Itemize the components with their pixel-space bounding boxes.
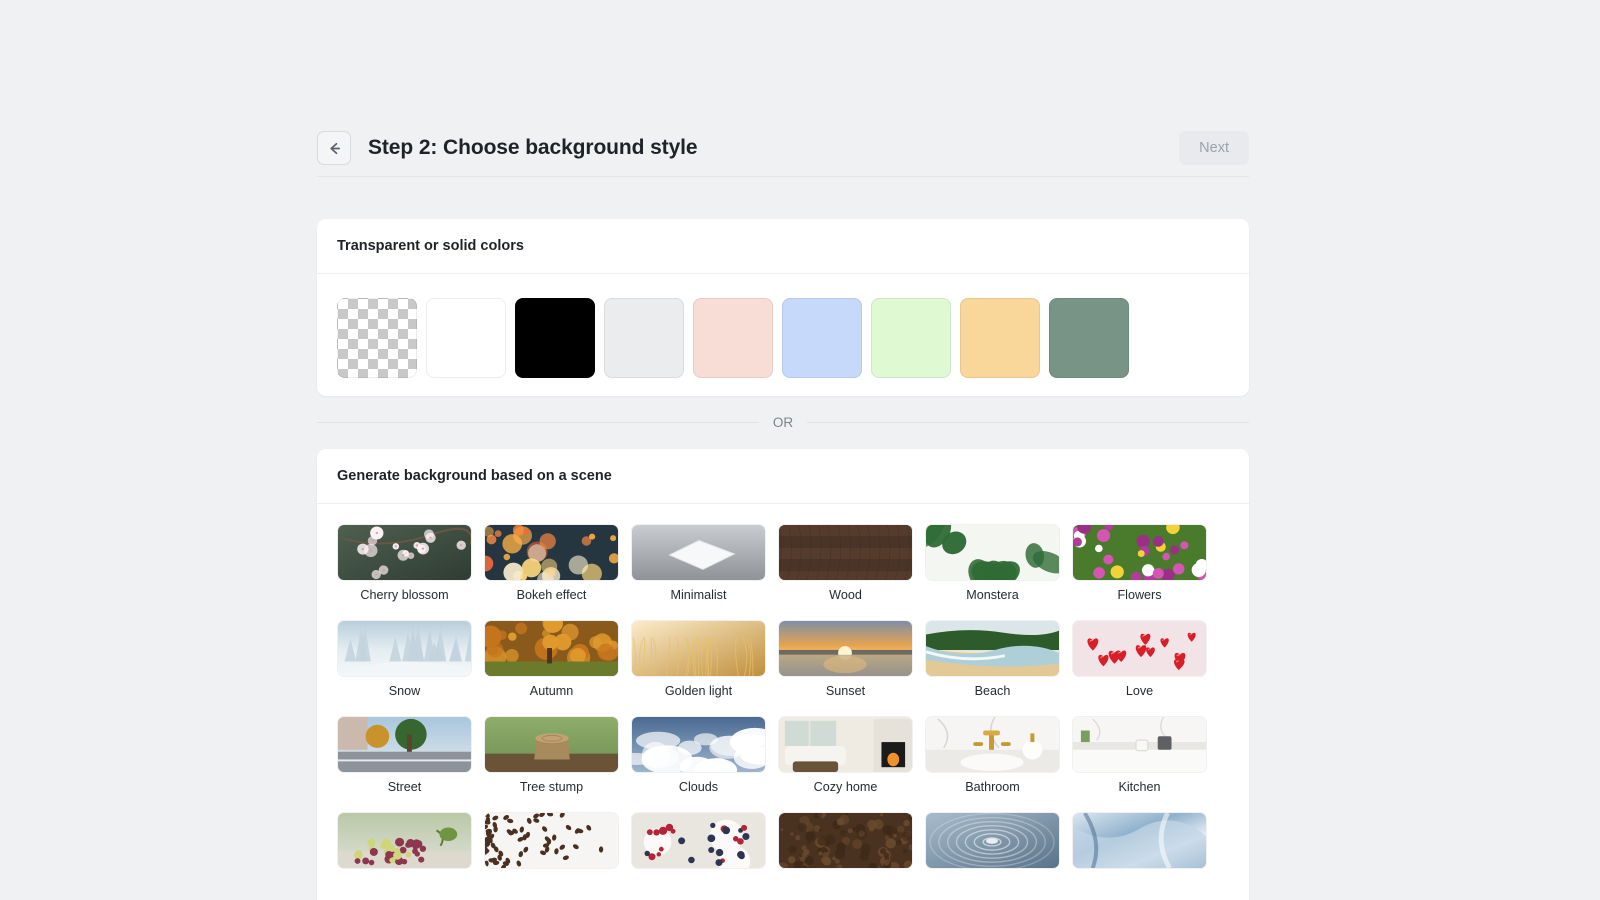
- scene-item-grapes[interactable]: [337, 812, 472, 876]
- scene-item-cozy-home[interactable]: Cozy home: [778, 716, 913, 794]
- scene-thumbnail-water: [925, 812, 1060, 869]
- background-style-step: Step 2: Choose background style Next Tra…: [0, 0, 1600, 900]
- scene-item-autumn[interactable]: Autumn: [484, 620, 619, 698]
- back-button[interactable]: [317, 131, 351, 165]
- scene-thumbnail-street: [337, 716, 472, 773]
- scene-thumbnail-minimalist: [631, 524, 766, 581]
- scene-thumbnail-silk: [1072, 812, 1207, 869]
- scene-item-snow[interactable]: Snow: [337, 620, 472, 698]
- color-swatch-light-gray[interactable]: [604, 298, 684, 378]
- color-swatch-orange[interactable]: [960, 298, 1040, 378]
- scene-label: Monstera: [966, 588, 1019, 602]
- scene-backgrounds-title: Generate background based on a scene: [317, 449, 1249, 504]
- color-swatch-list: [317, 274, 1249, 402]
- scene-thumbnail-bokeh: [484, 524, 619, 581]
- scene-item-street[interactable]: Street: [337, 716, 472, 794]
- color-swatch-green[interactable]: [871, 298, 951, 378]
- color-swatch-white[interactable]: [426, 298, 506, 378]
- scene-label: Beach: [974, 684, 1011, 698]
- scene-thumbnail-clouds: [631, 716, 766, 773]
- scene-item-tree-stump[interactable]: Tree stump: [484, 716, 619, 794]
- scene-item-love[interactable]: Love: [1072, 620, 1207, 698]
- scene-item-kitchen[interactable]: Kitchen: [1072, 716, 1207, 794]
- scene-item-monstera[interactable]: Monstera: [925, 524, 1060, 602]
- scene-thumbnail-love: [1072, 620, 1207, 677]
- scene-item-water[interactable]: [925, 812, 1060, 876]
- scene-item-silk[interactable]: [1072, 812, 1207, 876]
- color-swatch-blue[interactable]: [782, 298, 862, 378]
- scene-thumbnail-tree-stump: [484, 716, 619, 773]
- scene-label: Minimalist: [670, 588, 727, 602]
- color-swatch-sage[interactable]: [1049, 298, 1129, 378]
- scene-label: Sunset: [825, 684, 866, 698]
- scene-item-bathroom[interactable]: Bathroom: [925, 716, 1060, 794]
- scene-label: Cherry blossom: [360, 588, 449, 602]
- scene-thumbnail-cherry-blossom: [337, 524, 472, 581]
- scene-label: Bathroom: [965, 780, 1020, 794]
- scene-item-minimalist[interactable]: Minimalist: [631, 524, 766, 602]
- scene-thumbnail-sunset: [778, 620, 913, 677]
- scene-backgrounds-card: Generate background based on a scene Che…: [317, 449, 1249, 900]
- or-label: OR: [772, 414, 794, 430]
- scene-label: Love: [1125, 684, 1154, 698]
- page-title: Step 2: Choose background style: [368, 136, 698, 159]
- scene-item-cherry-blossom[interactable]: Cherry blossom: [337, 524, 472, 602]
- scene-label: Wood: [829, 588, 862, 602]
- scene-label: Snow: [388, 684, 421, 698]
- scene-item-flowers[interactable]: Flowers: [1072, 524, 1207, 602]
- next-button[interactable]: Next: [1179, 131, 1249, 165]
- scene-thumbnail-beach: [925, 620, 1060, 677]
- scene-thumbnail-cozy-home: [778, 716, 913, 773]
- scene-item-berries[interactable]: [631, 812, 766, 876]
- scene-label: Cozy home: [813, 780, 878, 794]
- color-swatch-pink[interactable]: [693, 298, 773, 378]
- or-divider: OR: [317, 412, 1249, 432]
- scene-label: Street: [387, 780, 422, 794]
- scene-label: Flowers: [1117, 588, 1162, 602]
- scene-thumbnail-coffee-beans: [484, 812, 619, 869]
- scene-thumbnail-golden-light: [631, 620, 766, 677]
- scene-thumbnail-bathroom: [925, 716, 1060, 773]
- scene-item-soil[interactable]: [778, 812, 913, 876]
- solid-colors-card: Transparent or solid colors: [317, 219, 1249, 396]
- scene-item-golden-light[interactable]: Golden light: [631, 620, 766, 698]
- solid-colors-title: Transparent or solid colors: [317, 219, 1249, 274]
- scene-thumbnail-grapes: [337, 812, 472, 869]
- scene-thumbnail-berries: [631, 812, 766, 869]
- color-swatch-black[interactable]: [515, 298, 595, 378]
- scene-item-beach[interactable]: Beach: [925, 620, 1060, 698]
- divider-line-left: [317, 421, 759, 423]
- scene-label: Clouds: [678, 780, 719, 794]
- scene-label: Golden light: [664, 684, 733, 698]
- step-header: Step 2: Choose background style Next: [317, 120, 1249, 177]
- scene-thumbnail-monstera: [925, 524, 1060, 581]
- scene-thumbnail-autumn: [484, 620, 619, 677]
- scene-thumbnail-wood: [778, 524, 913, 581]
- scene-item-wood[interactable]: Wood: [778, 524, 913, 602]
- scene-item-bokeh[interactable]: Bokeh effect: [484, 524, 619, 602]
- scene-item-coffee-beans[interactable]: [484, 812, 619, 876]
- scene-thumbnail-soil: [778, 812, 913, 869]
- scene-thumbnail-snow: [337, 620, 472, 677]
- scene-label: Bokeh effect: [516, 588, 587, 602]
- scene-grid: Cherry blossom Bokeh effect Minimalist Wood…: [317, 504, 1249, 876]
- arrow-left-icon: [326, 140, 343, 157]
- scene-label: Kitchen: [1118, 780, 1161, 794]
- divider-line-right: [807, 421, 1249, 423]
- scene-thumbnail-kitchen: [1072, 716, 1207, 773]
- scene-label: Tree stump: [519, 780, 584, 794]
- color-swatch-transparent[interactable]: [337, 298, 417, 378]
- scene-item-sunset[interactable]: Sunset: [778, 620, 913, 698]
- scene-item-clouds[interactable]: Clouds: [631, 716, 766, 794]
- scene-label: Autumn: [529, 684, 574, 698]
- scene-thumbnail-flowers: [1072, 524, 1207, 581]
